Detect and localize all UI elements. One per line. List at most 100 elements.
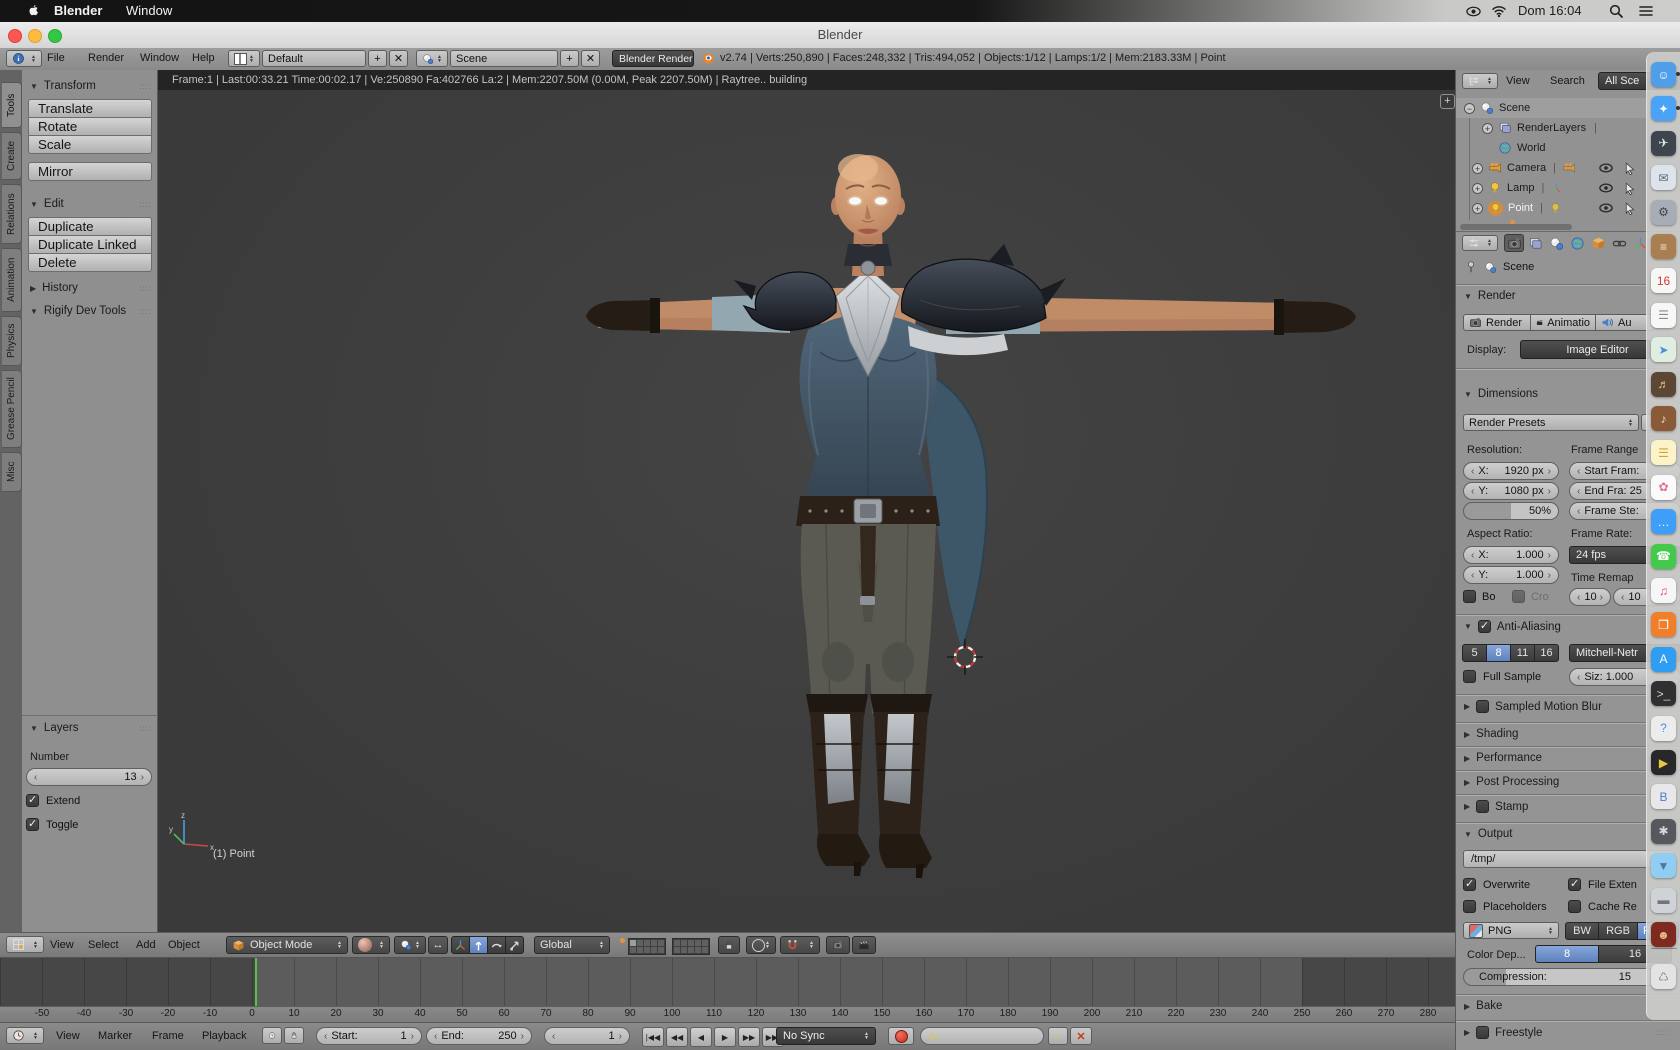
minimize-window-button[interactable] <box>28 29 42 43</box>
scene-field[interactable]: Scene <box>450 50 558 67</box>
dock-itunes[interactable]: ♫ <box>1651 578 1676 603</box>
panel-drag-handle[interactable] <box>139 307 152 316</box>
aa-samples-11[interactable]: 11 <box>1510 644 1535 662</box>
manipulator-axis-button[interactable] <box>451 936 470 954</box>
notification-center-icon[interactable] <box>1638 3 1654 19</box>
stamp-checkbox[interactable] <box>1476 800 1489 813</box>
dock-books[interactable]: ❐ <box>1651 612 1676 637</box>
timeline-band[interactable] <box>0 958 1455 1006</box>
render-animation-button[interactable]: Animatio <box>1530 314 1596 331</box>
dock-question-mark-app[interactable]: ? <box>1651 716 1676 741</box>
screen-layout-icon-button[interactable] <box>228 50 260 67</box>
delete-keyframe-button[interactable]: ✕ <box>1070 1027 1092 1045</box>
lock-to-scene-button[interactable] <box>718 936 740 954</box>
current-frame-field[interactable]: 1 <box>544 1027 630 1045</box>
object-menu[interactable]: Object <box>168 939 200 951</box>
tab-animation[interactable]: Animation <box>2 248 22 312</box>
start-frame-field[interactable]: Start: 1 <box>316 1027 422 1045</box>
timeline-playback-menu[interactable]: Playback <box>202 1030 247 1042</box>
resolution-y-field[interactable]: Y:1080 px <box>1463 482 1559 500</box>
dock-photos[interactable]: ✿ <box>1651 475 1676 500</box>
help-menu[interactable]: Help <box>192 52 215 64</box>
dock-messages[interactable]: … <box>1651 509 1676 534</box>
outliner-hscrollbar[interactable] <box>1460 224 1572 230</box>
menubar-app-menu[interactable]: Blender <box>54 3 102 18</box>
outliner-view-menu[interactable]: View <box>1506 75 1530 87</box>
tab-tools[interactable]: Tools <box>2 82 22 128</box>
transform-panel-header[interactable]: Transform <box>30 80 152 92</box>
translate-manipulator-button[interactable] <box>469 936 488 954</box>
add-layout-button[interactable]: + <box>368 50 387 67</box>
expand-icon[interactable]: + <box>1482 123 1493 134</box>
toggle-checkbox[interactable] <box>26 818 39 831</box>
rigify-panel-header[interactable]: Rigify Dev Tools <box>30 305 152 317</box>
translate-button[interactable]: Translate <box>28 99 152 118</box>
resolution-percent-slider[interactable]: 50% <box>1463 502 1559 520</box>
preview-range-clock-button[interactable] <box>262 1027 282 1044</box>
expand-icon[interactable]: + <box>1472 203 1483 214</box>
menubar-clock[interactable]: Dom 16:04 <box>1518 3 1582 18</box>
dock-gray-app[interactable]: ▬ <box>1651 888 1676 913</box>
delete-layout-button[interactable]: ✕ <box>389 50 408 67</box>
motion-blur-checkbox[interactable] <box>1476 700 1489 713</box>
cache-result-checkbox[interactable] <box>1568 900 1581 913</box>
tab-object[interactable] <box>1588 234 1608 252</box>
timeline-frame-menu[interactable]: Frame <box>152 1030 184 1042</box>
file-format-dropdown[interactable]: PNG <box>1463 922 1559 939</box>
3d-cursor[interactable] <box>940 632 990 682</box>
pin-icon[interactable] <box>1464 260 1478 274</box>
menubar-eye-icon[interactable] <box>1466 4 1481 19</box>
visibility-eye-icon[interactable] <box>1599 181 1613 195</box>
tab-world[interactable] <box>1567 234 1587 252</box>
cache-result-row[interactable]: Cache Re <box>1568 900 1637 913</box>
tab-render-layers[interactable] <box>1525 234 1545 252</box>
file-extensions-checkbox[interactable] <box>1568 878 1581 891</box>
full-sample-checkbox[interactable] <box>1463 670 1476 683</box>
apple-menu-icon[interactable] <box>26 4 40 18</box>
freestyle-checkbox[interactable] <box>1476 1026 1489 1039</box>
mirror-button[interactable]: Mirror <box>28 162 152 181</box>
expand-icon[interactable]: + <box>1472 163 1483 174</box>
manipulate-centers-toggle[interactable]: ↔ <box>428 936 448 954</box>
render-presets-dropdown[interactable]: Render Presets <box>1463 414 1639 431</box>
sync-mode-dropdown[interactable]: No Sync <box>776 1027 876 1045</box>
rotate-button[interactable]: Rotate <box>28 117 152 136</box>
dock-terminal[interactable]: >_ <box>1651 681 1676 706</box>
output-section-header[interactable]: Output <box>1464 828 1669 840</box>
selectability-cursor-icon[interactable] <box>1623 202 1636 215</box>
pivot-center-dropdown[interactable] <box>394 936 426 954</box>
timeline-editor-type-button[interactable] <box>6 1027 44 1044</box>
panel-drag-handle[interactable] <box>139 284 152 293</box>
timeline-marker-menu[interactable]: Marker <box>98 1030 132 1042</box>
overwrite-checkbox[interactable] <box>1463 878 1476 891</box>
visibility-eye-icon[interactable] <box>1599 161 1613 175</box>
play-button[interactable]: ▶ <box>714 1027 736 1047</box>
timeline-ruler[interactable]: -50-40-30-20-100102030405060708090100110… <box>0 1006 1455 1022</box>
antialiasing-checkbox[interactable] <box>1478 620 1491 633</box>
bake-section-header[interactable]: Bake <box>1464 1000 1669 1012</box>
properties-editor-type-button[interactable] <box>1462 235 1498 251</box>
color-mode-bw[interactable]: BW <box>1565 922 1599 940</box>
opengl-render-still-button[interactable] <box>826 936 850 954</box>
scale-manipulator-button[interactable] <box>505 936 524 954</box>
depth-8-button[interactable]: 8 <box>1535 945 1599 963</box>
placeholders-row[interactable]: Placeholders <box>1463 900 1547 913</box>
performance-section-header[interactable]: Performance <box>1464 752 1669 764</box>
layers-grid-2[interactable] <box>672 938 710 955</box>
dock-bluetooth-app[interactable]: B <box>1651 784 1676 809</box>
editor-type-button[interactable] <box>6 936 44 953</box>
antialiasing-section-header[interactable]: Anti-Aliasing <box>1464 620 1669 633</box>
overwrite-row[interactable]: Overwrite <box>1463 878 1530 891</box>
selectability-cursor-icon[interactable] <box>1623 162 1636 175</box>
proportional-edit-dropdown[interactable] <box>746 936 776 954</box>
file-menu[interactable]: File <box>47 52 65 64</box>
extend-checkbox[interactable] <box>26 794 39 807</box>
tab-create[interactable]: Create <box>2 132 22 180</box>
add-scene-button[interactable]: + <box>560 50 579 67</box>
mode-dropdown[interactable]: Object Mode <box>226 936 348 954</box>
render-engine-dropdown[interactable]: Blender Render <box>612 50 694 67</box>
character-model[interactable] <box>158 70 1455 932</box>
scale-button[interactable]: Scale <box>28 135 152 154</box>
scene-icon-button[interactable] <box>416 50 448 67</box>
render-still-button[interactable]: Render <box>1463 314 1531 331</box>
